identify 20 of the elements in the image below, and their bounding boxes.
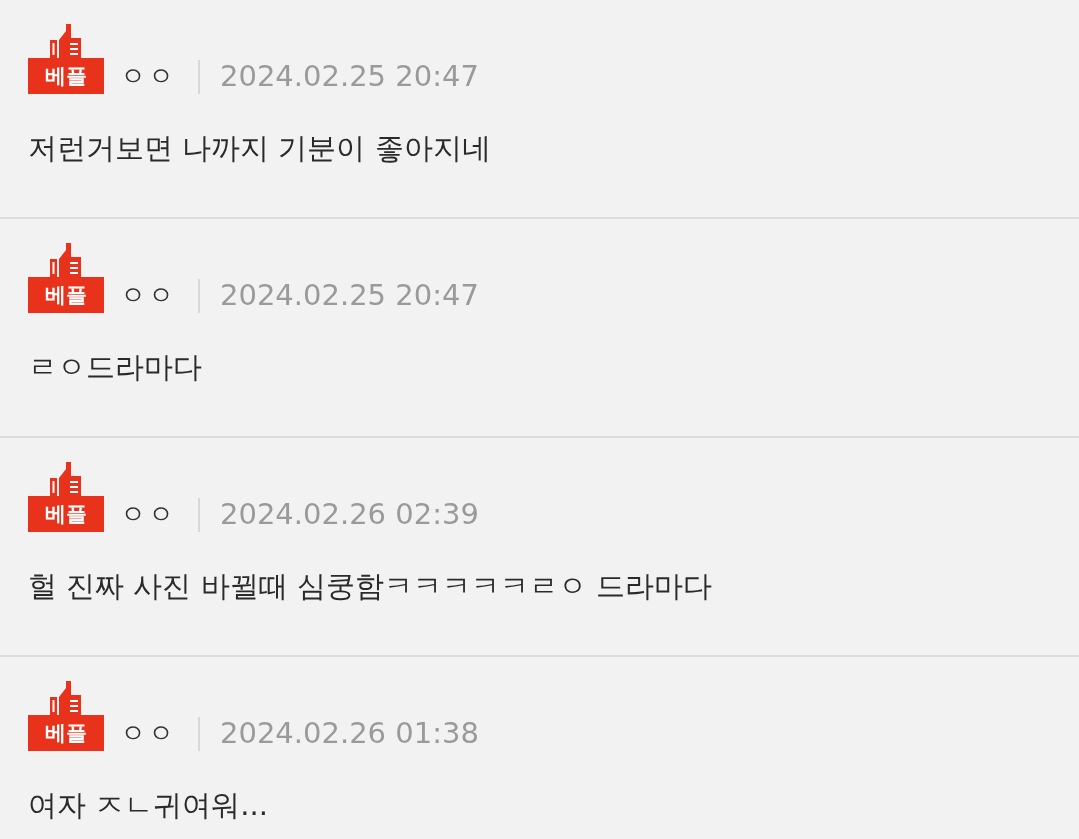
author-name: ㅇㅇ bbox=[120, 498, 176, 531]
comment-date: 2024.02.26 02:39 bbox=[220, 496, 479, 532]
best-badge: 베플 bbox=[28, 58, 104, 94]
comment-date: 2024.02.25 20:47 bbox=[220, 58, 479, 94]
author-name: ㅇㅇ bbox=[120, 279, 176, 312]
comment-text: 헐 진짜 사진 바뀔때 심쿵함ㅋㅋㅋㅋㅋㄹㅇ 드라마다 bbox=[28, 568, 714, 604]
thumbs-up-icon bbox=[48, 243, 82, 277]
thumbs-up-icon bbox=[48, 681, 82, 715]
thumbs-up-icon bbox=[48, 24, 82, 58]
author-name: ㅇㅇ bbox=[120, 60, 176, 93]
comment-date: 2024.02.26 01:38 bbox=[220, 715, 479, 751]
author-name: ㅇㅇ bbox=[120, 717, 176, 750]
best-badge: 베플 bbox=[28, 277, 104, 313]
thumbs-up-icon bbox=[48, 462, 82, 496]
comment-text: ㄹㅇ드라마다 bbox=[28, 349, 203, 385]
best-badge: 베플 bbox=[28, 715, 104, 751]
comment-text: 저런거보면 나까지 기분이 좋아지네 bbox=[28, 130, 492, 166]
comment-date: 2024.02.25 20:47 bbox=[220, 277, 479, 313]
best-badge: 베플 bbox=[28, 496, 104, 532]
comment-text: 여자 ㅈㄴ귀여워... bbox=[28, 787, 269, 823]
